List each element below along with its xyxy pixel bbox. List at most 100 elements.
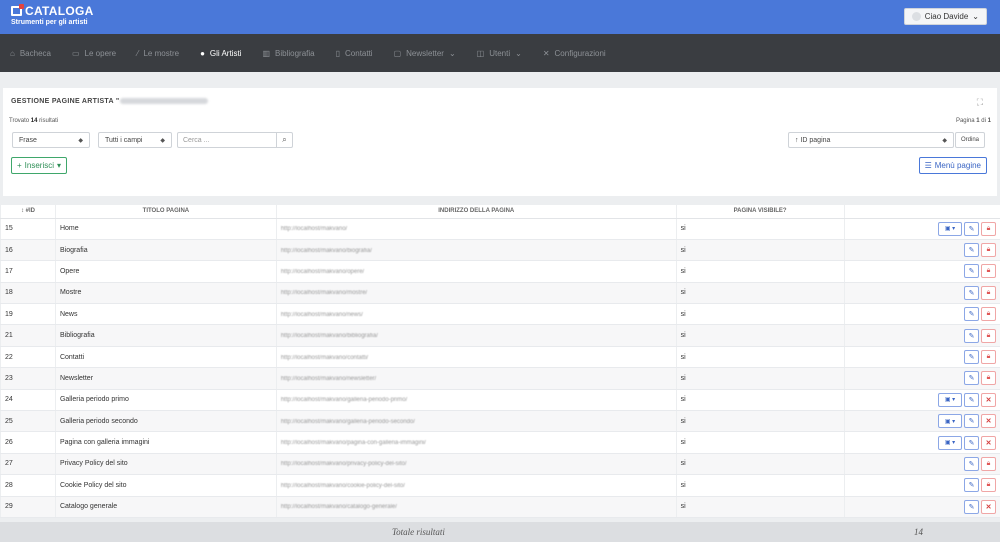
edit-button[interactable]: ✎ xyxy=(964,350,979,365)
column-id-header[interactable]: ↕ #ID xyxy=(0,205,56,219)
cell-visible: si xyxy=(675,453,845,476)
nav-item-contatti[interactable]: ▯ Contatti xyxy=(336,49,373,58)
table-row[interactable]: 24 Galleria periodo primo http://localhost… xyxy=(0,389,1000,412)
gallery-dropdown-button[interactable]: ▣ ▾ xyxy=(938,414,962,429)
page-url[interactable]: http://localhost/makvano/contatti/ xyxy=(281,355,368,361)
table-row[interactable]: 17 Opere http://localhost/makvano/opere/si… xyxy=(0,260,1000,283)
nav-item-bacheca[interactable]: ⌂ Bacheca xyxy=(10,49,51,58)
locked-button[interactable]: 🔒︎ xyxy=(981,307,996,322)
nav-item-artisti[interactable]: ● Gli Artisti xyxy=(200,49,241,58)
row-actions: ✎ 🔒︎ xyxy=(849,328,1000,343)
delete-button[interactable]: ✕ xyxy=(981,435,996,450)
user-menu-button[interactable]: Ciao Davide ⌄ xyxy=(903,8,987,25)
page-url[interactable]: http://localhost/makvano/galleria-period… xyxy=(281,397,407,403)
locked-button[interactable]: 🔒︎ xyxy=(981,264,996,279)
nav-item-newsletter[interactable]: ▢ Newsletter ⌄ xyxy=(394,49,456,58)
edit-button[interactable]: ✎ xyxy=(964,435,979,450)
page-url[interactable]: http://localhost/makvano/news/ xyxy=(281,312,363,318)
nav-item-opere[interactable]: ▭ Le opere xyxy=(72,49,116,58)
cell-url: http://localhost/makvano/privacy-policy-… xyxy=(275,453,677,476)
edit-button[interactable]: ✎ xyxy=(964,328,979,343)
locked-button[interactable]: 🔒︎ xyxy=(981,371,996,386)
cell-url: http://localhost/makvano/bibliografia/ xyxy=(275,324,677,347)
page-url[interactable]: http://localhost/makvano/newsletter/ xyxy=(281,376,376,382)
page-url[interactable]: http://localhost/makvano/pagina-con-gall… xyxy=(281,440,426,446)
edit-button[interactable]: ✎ xyxy=(964,499,979,514)
expand-icon[interactable]: ⛶ xyxy=(977,97,983,108)
gallery-dropdown-button[interactable]: ▣ ▾ xyxy=(938,221,962,236)
cell-actions: ✎ 🔒︎ xyxy=(843,474,1000,497)
edit-button[interactable]: ✎ xyxy=(964,243,979,258)
edit-button[interactable]: ✎ xyxy=(964,307,979,322)
delete-button[interactable]: ✕ xyxy=(981,392,996,407)
table-row[interactable]: 29 Catalogo generale http://localhost/makv… xyxy=(0,496,1000,518)
insert-button[interactable]: + Inserisci ▾ xyxy=(11,157,68,174)
edit-button[interactable]: ✎ xyxy=(964,392,979,407)
inbox-icon: ▢ xyxy=(393,48,402,58)
nav-label: Le mostre xyxy=(143,48,180,58)
edit-button[interactable]: ✎ xyxy=(964,371,979,386)
gallery-dropdown-button[interactable]: ▣ ▾ xyxy=(938,435,962,450)
table-row[interactable]: 23 Newsletter http://localhost/makvano/new… xyxy=(0,367,1000,390)
locked-button[interactable]: 🔒︎ xyxy=(981,478,996,493)
page-url[interactable]: http://localhost/makvano/privacy-policy-… xyxy=(281,461,407,467)
nav-item-utenti[interactable]: ◫ Utenti ⌄ xyxy=(477,49,522,58)
table-row[interactable]: 22 Contatti http://localhost/makvano/conta… xyxy=(0,346,1000,369)
locked-button[interactable]: 🔒︎ xyxy=(981,243,996,258)
page-url[interactable]: http://localhost/makvano/galleria-period… xyxy=(281,419,415,425)
chevron-down-icon: ⌄ xyxy=(515,48,522,58)
pages-menu-button[interactable]: ☰ Menù pagine xyxy=(918,157,987,174)
page-url[interactable]: http://localhost/makvano/biografia/ xyxy=(281,248,372,254)
delete-button[interactable]: ✕ xyxy=(981,414,996,429)
page-url[interactable]: http://localhost/makvano/bibliografia/ xyxy=(281,333,378,339)
table-row[interactable]: 16 Biografia http://localhost/makvano/biog… xyxy=(0,239,1000,262)
table-row[interactable]: 26 Pagina con galleria immagini http://loc… xyxy=(0,431,1000,454)
table-row[interactable]: 25 Galleria periodo secondo http://localho… xyxy=(0,410,1000,433)
page-url[interactable]: http://localhost/makvano/mostre/ xyxy=(281,290,367,296)
locked-button[interactable]: 🔒︎ xyxy=(981,221,996,236)
total-value: 14 xyxy=(914,527,923,537)
books-icon: ▥ xyxy=(262,48,271,58)
locked-button[interactable]: 🔒︎ xyxy=(981,456,996,471)
cell-actions: ✎ 🔒︎ xyxy=(843,453,1000,476)
nav-item-bibliografia[interactable]: ▥ Bibliografia xyxy=(262,49,314,58)
search-button[interactable]: ⌕ xyxy=(276,132,293,148)
row-actions: ✎ 🔒︎ xyxy=(849,307,1000,322)
locked-button[interactable]: 🔒︎ xyxy=(981,328,996,343)
locked-button[interactable]: 🔒︎ xyxy=(981,285,996,300)
table-row[interactable]: 21 Bibliografia http://localhost/makvano/b… xyxy=(0,324,1000,347)
table-row[interactable]: 27 Privacy Policy del sito http://localhos… xyxy=(0,453,1000,476)
table-row[interactable]: 15 Home http://localhost/makvano/si ▣ ▾ ✎ 🔒︎ xyxy=(0,218,1000,240)
edit-button[interactable]: ✎ xyxy=(964,285,979,300)
filter-mode-select[interactable]: Frase ◆ xyxy=(12,132,90,148)
page-url[interactable]: http://localhost/makvano/cookie-policy-d… xyxy=(281,483,405,489)
search-input[interactable]: Cerca ... xyxy=(177,132,277,148)
table-row[interactable]: 19 News http://localhost/makvano/news/si ✎ 🔒… xyxy=(0,303,1000,326)
column-visible-header[interactable]: PAGINA VISIBILE? xyxy=(675,205,845,219)
nav-item-configurazioni[interactable]: ✕ Configurazioni xyxy=(543,49,606,58)
page-url[interactable]: http://localhost/makvano/catalogo-genera… xyxy=(281,504,397,510)
table-row[interactable]: 28 Cookie Policy del sito http://localhost… xyxy=(0,474,1000,497)
filter-fields-select[interactable]: Tutti i campi ◆ xyxy=(98,132,172,148)
page-mid: di xyxy=(979,118,988,124)
order-button[interactable]: Ordina xyxy=(955,132,985,148)
edit-button[interactable]: ✎ xyxy=(964,264,979,279)
main-nav: ⌂ Bacheca ▭ Le opere ⁄ Le mostre ● Gli Artis… xyxy=(0,34,1000,72)
app-logo[interactable]: CATALOGA Strumenti per gli artisti xyxy=(11,4,94,26)
edit-button[interactable]: ✎ xyxy=(964,456,979,471)
cell-actions: ▣ ▾ ✎ ✕ xyxy=(843,410,1000,433)
edit-button[interactable]: ✎ xyxy=(964,414,979,429)
delete-button[interactable]: ✕ xyxy=(981,499,996,514)
gallery-dropdown-button[interactable]: ▣ ▾ xyxy=(938,392,962,407)
nav-item-mostre[interactable]: ⁄ Le mostre xyxy=(137,49,179,58)
locked-button[interactable]: 🔒︎ xyxy=(981,350,996,365)
page-url[interactable]: http://localhost/makvano/ xyxy=(281,226,347,232)
table-row[interactable]: 18 Mostre http://localhost/makvano/mostre/… xyxy=(0,282,1000,305)
column-url-header[interactable]: INDIRIZZO DELLA PAGINA xyxy=(275,205,677,219)
page-url[interactable]: http://localhost/makvano/opere/ xyxy=(281,269,364,275)
column-title-header[interactable]: TITOLO PAGINA xyxy=(54,205,277,219)
edit-button[interactable]: ✎ xyxy=(964,221,979,236)
sort-field-select[interactable]: ↑ ID pagina ◆ xyxy=(788,132,954,148)
edit-button[interactable]: ✎ xyxy=(964,478,979,493)
brush-icon: ⁄ xyxy=(137,48,139,58)
